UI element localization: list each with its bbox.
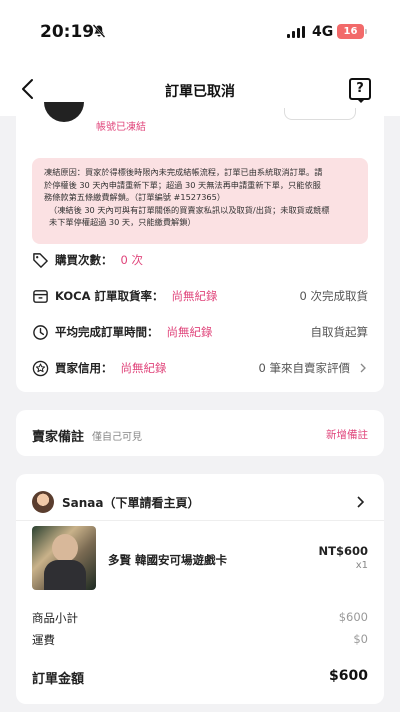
notice-line: （凍結後 30 天內可與有訂單關係的買賣家私訊以及取貨/出貨；未取貨或競標 bbox=[49, 204, 330, 215]
avatar bbox=[44, 102, 84, 122]
seller-review-count: 0 筆來自賣家評價 bbox=[258, 361, 350, 375]
notice-line: 於停權後 30 天內申請重新下單；超過 30 天無法再申請重新下單，只能依服 bbox=[44, 179, 321, 190]
order-card: Sanaa（下單請看主頁） 多賢 韓國安可場遊戲卡 NT$600 x1 商品小計… bbox=[16, 474, 384, 704]
buyer-credit-row[interactable]: 買家信用： 尚無紀錄 0 筆來自賣家評價 bbox=[32, 358, 368, 378]
pickup-rate-value: 尚無紀錄 bbox=[171, 289, 218, 303]
product-quantity: x1 bbox=[355, 560, 368, 571]
avg-time-value: 尚無紀錄 bbox=[166, 325, 213, 339]
purchase-count-label: 購買次數： bbox=[55, 253, 113, 267]
product-price: NT$600 bbox=[318, 544, 368, 558]
subtotal-label: 商品小計 bbox=[32, 611, 78, 625]
network-label: 4G bbox=[312, 24, 334, 40]
avg-time-label: 平均完成訂單時間： bbox=[55, 325, 159, 339]
seller-name: Sanaa（下單請看主頁） bbox=[62, 495, 200, 510]
avg-time-row: 平均完成訂單時間： 尚無紀錄 自取貨起算 bbox=[32, 322, 368, 342]
seller-row[interactable]: Sanaa（下單請看主頁） bbox=[32, 490, 368, 514]
buyer-note-subtitle: 僅自己可見 bbox=[92, 432, 142, 443]
chevron-right-icon bbox=[360, 363, 366, 373]
account-status-label: 帳號已凍結 bbox=[96, 122, 146, 133]
clock-icon bbox=[33, 324, 48, 340]
tag-icon bbox=[33, 252, 48, 268]
shipping-value: $0 bbox=[353, 632, 368, 646]
notice-line: 凍結原因：買家於得標後時限內未完成結帳流程，訂單已由系統取消訂單。請 bbox=[44, 167, 323, 177]
page-title: 訂單已取消 bbox=[165, 84, 235, 100]
signal-icon bbox=[287, 26, 305, 38]
notice-line: 未下單停權超過 30 天，只能繳費解鎖） bbox=[49, 217, 196, 227]
status-bar: 20:19 4G 16 bbox=[0, 0, 400, 62]
buyer-note-title: 賣家備註 bbox=[32, 430, 85, 445]
product-image[interactable] bbox=[32, 526, 96, 590]
box-icon bbox=[33, 289, 48, 303]
purchase-count-row: 購買次數： 0 次 bbox=[32, 250, 368, 270]
status-time: 20:19 bbox=[40, 22, 95, 42]
buyer-credit-value: 尚無紀錄 bbox=[120, 361, 167, 375]
purchase-count-value: 0 次 bbox=[120, 253, 143, 267]
notice-line: 務條款第五條繳費解鎖。（訂單編號 #1527365） bbox=[44, 192, 226, 202]
shipping-row: 運費 $0 bbox=[32, 632, 368, 650]
star-icon bbox=[32, 360, 49, 376]
total-value: $600 bbox=[329, 668, 368, 684]
chevron-right-icon bbox=[357, 496, 364, 508]
freeze-notice: 凍結原因：買家於得標後時限內未完成結帳流程，訂單已由系統取消訂單。請 於停權後 … bbox=[32, 158, 368, 244]
add-note-button[interactable]: 新增備註 bbox=[326, 427, 368, 442]
action-pill[interactable] bbox=[284, 108, 356, 120]
divider bbox=[16, 520, 384, 521]
battery-icon: 16 bbox=[337, 24, 367, 39]
seller-avatar bbox=[32, 491, 54, 513]
pickup-rate-label: KOCA 訂單取貨率： bbox=[55, 289, 164, 303]
shipping-label: 運費 bbox=[32, 633, 55, 647]
total-label: 訂單金額 bbox=[32, 672, 85, 687]
buyer-info-card: 帳號已凍結 凍結原因：買家於得標後時限內未完成結帳流程，訂單已由系統取消訂單。請… bbox=[16, 102, 384, 392]
subtotal-value: $600 bbox=[338, 610, 368, 624]
avg-time-note: 自取貨起算 bbox=[310, 325, 369, 339]
pickup-count: 0 次完成取貨 bbox=[299, 289, 368, 303]
total-row: 訂單金額 $600 bbox=[32, 668, 368, 690]
mute-icon bbox=[92, 24, 106, 38]
buyer-credit-label: 買家信用： bbox=[55, 361, 113, 375]
buyer-note-card: 賣家備註 僅自己可見 新增備註 bbox=[16, 410, 384, 456]
product-name[interactable]: 多賢 韓國安可場遊戲卡 bbox=[108, 552, 227, 568]
help-icon[interactable]: ? bbox=[349, 78, 371, 103]
pickup-rate-row: KOCA 訂單取貨率： 尚無紀錄 0 次完成取貨 bbox=[32, 286, 368, 306]
subtotal-row: 商品小計 $600 bbox=[32, 610, 368, 628]
